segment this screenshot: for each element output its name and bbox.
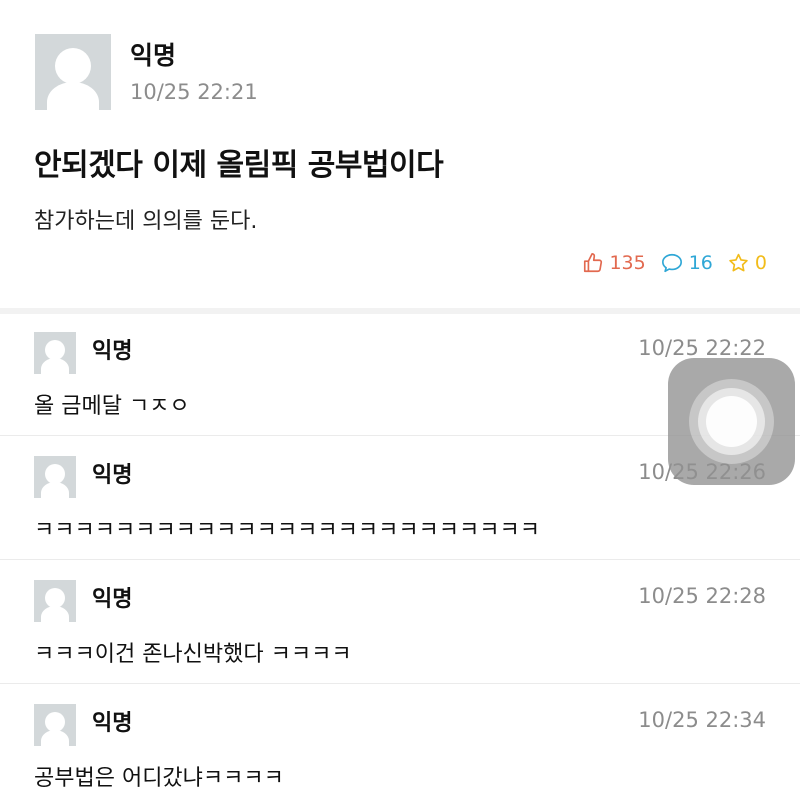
comment-timestamp: 10/25 22:34 bbox=[638, 708, 766, 732]
comment-timestamp: 10/25 22:28 bbox=[638, 584, 766, 608]
comment-author: 익명 bbox=[92, 711, 133, 736]
comment-author: 익명 bbox=[92, 339, 133, 364]
comment-text: 공부법은 어디갔냐ㅋㅋㅋㅋ bbox=[34, 766, 284, 791]
star-icon bbox=[729, 253, 748, 272]
avatar-head-shape bbox=[45, 712, 65, 732]
comment-avatar bbox=[34, 580, 76, 622]
comment-avatar bbox=[34, 332, 76, 374]
post-body: 참가하는데 의의를 둔다. bbox=[34, 209, 258, 234]
avatar-head-shape bbox=[55, 48, 91, 84]
avatar-head-shape bbox=[45, 340, 65, 360]
comment-item[interactable]: 익명 10/25 22:28 ㅋㅋㅋ이건 존나신박했다 ㅋㅋㅋㅋ bbox=[0, 561, 800, 685]
comment-timestamp: 10/25 22:22 bbox=[638, 336, 766, 360]
assistive-touch-button[interactable] bbox=[668, 358, 795, 485]
post-title: 안되겠다 이제 올림픽 공부법이다 bbox=[34, 148, 444, 183]
comment-avatar bbox=[34, 456, 76, 498]
post-timestamp: 10/25 22:21 bbox=[130, 80, 258, 104]
post-author-avatar bbox=[35, 34, 111, 110]
assistive-touch-core bbox=[706, 396, 757, 447]
comment-divider bbox=[0, 559, 800, 560]
avatar-body-shape bbox=[41, 730, 69, 746]
post-author-name: 익명 bbox=[130, 41, 177, 70]
avatar-body-shape bbox=[41, 482, 69, 498]
post-stats: 135 16 0 bbox=[568, 252, 767, 274]
comment-text: 올 금메달 ㄱㅈㅇ bbox=[34, 394, 190, 419]
comment-text: ㅋㅋㅋㅋㅋㅋㅋㅋㅋㅋㅋㅋㅋㅋㅋㅋㅋㅋㅋㅋㅋㅋㅋㅋㅋ bbox=[34, 518, 541, 543]
speech-bubble-icon bbox=[661, 253, 682, 273]
post-card: 익명 10/25 22:21 안되겠다 이제 올림픽 공부법이다 참가하는데 의… bbox=[0, 0, 800, 310]
comment-count: 16 bbox=[688, 252, 713, 274]
like-count: 135 bbox=[609, 252, 646, 274]
avatar-head-shape bbox=[45, 464, 65, 484]
scrap-stat[interactable]: 0 bbox=[727, 252, 767, 274]
thumbs-up-icon bbox=[584, 253, 603, 273]
avatar-body-shape bbox=[47, 82, 99, 110]
scrap-count: 0 bbox=[754, 252, 767, 274]
comment-item[interactable]: 익명 10/25 22:34 공부법은 어디갔냐ㅋㅋㅋㅋ bbox=[0, 685, 800, 809]
like-stat[interactable]: 135 bbox=[582, 252, 646, 274]
avatar-head-shape bbox=[45, 588, 65, 608]
comment-avatar bbox=[34, 704, 76, 746]
avatar-body-shape bbox=[41, 358, 69, 374]
avatar-body-shape bbox=[41, 606, 69, 622]
comment-divider bbox=[0, 683, 800, 684]
comment-author: 익명 bbox=[92, 463, 133, 488]
comment-stat[interactable]: 16 bbox=[660, 252, 713, 274]
comment-text: ㅋㅋㅋ이건 존나신박했다 ㅋㅋㅋㅋ bbox=[34, 642, 352, 667]
comment-author: 익명 bbox=[92, 587, 133, 612]
